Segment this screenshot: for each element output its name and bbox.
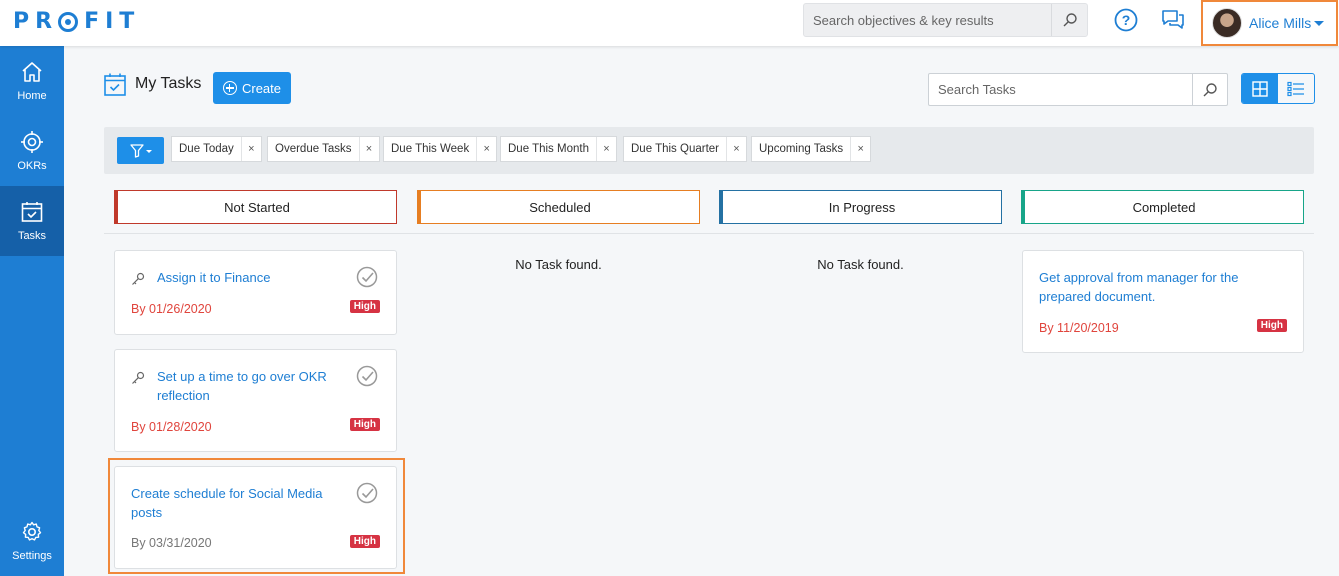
close-icon[interactable]: × xyxy=(360,143,379,155)
calendar-check-icon xyxy=(21,202,43,222)
task-search xyxy=(928,73,1228,106)
list-icon xyxy=(1287,81,1304,96)
grid-icon xyxy=(1252,80,1268,97)
task-title-line: Get approval from manager for the xyxy=(1039,270,1239,285)
avatar xyxy=(1212,8,1242,38)
sidebar-item-label: Home xyxy=(17,90,47,102)
sidebar-item-settings[interactable]: Settings xyxy=(0,506,64,576)
sidebar-item-label: Settings xyxy=(12,550,52,562)
search-icon xyxy=(1203,82,1217,96)
task-due-date: By 11/20/2019 xyxy=(1039,321,1119,335)
filter-chip-label: Due This Quarter xyxy=(624,137,727,161)
check-circle-icon[interactable] xyxy=(356,365,378,387)
column-header-label: In Progress xyxy=(828,199,896,215)
filter-chip[interactable]: Due This Quarter × xyxy=(623,136,747,162)
column-header-label: Scheduled xyxy=(529,199,591,215)
divider xyxy=(104,233,1314,234)
sidebar-item-tasks[interactable]: Tasks xyxy=(0,186,64,256)
column-header-not-started: Not Started xyxy=(114,190,397,224)
close-icon[interactable]: × xyxy=(477,143,496,155)
filter-chip-label: Due This Month xyxy=(501,137,597,161)
selection-highlight xyxy=(108,458,405,574)
home-icon xyxy=(22,62,42,82)
filter-chip-label: Due Today xyxy=(172,137,242,161)
task-title[interactable]: Set up a time to go over OKR reflection xyxy=(157,367,327,405)
sidebar-item-label: OKRs xyxy=(17,160,47,172)
close-icon[interactable]: × xyxy=(597,143,616,155)
help-button[interactable]: ? xyxy=(1114,8,1138,32)
calendar-check-icon xyxy=(104,73,126,96)
priority-badge: High xyxy=(349,300,380,313)
task-due-date: By 01/28/2020 xyxy=(131,420,212,434)
filter-bar: Due Today × Overdue Tasks × Due This Week ×… xyxy=(104,127,1314,174)
gear-icon xyxy=(22,521,42,541)
task-search-input[interactable] xyxy=(929,74,1192,105)
top-bar: PRFIT ? Alice Mills xyxy=(0,0,1339,46)
key-icon xyxy=(132,371,145,384)
column-header-in-progress: In Progress xyxy=(719,190,1002,224)
task-title-line: reflection xyxy=(157,388,210,403)
help-icon: ? xyxy=(1114,8,1138,32)
filter-chip-label: Overdue Tasks xyxy=(268,137,360,161)
user-menu[interactable]: Alice Mills xyxy=(1201,0,1338,46)
task-search-button[interactable] xyxy=(1192,74,1227,105)
empty-state-in-progress: No Task found. xyxy=(817,257,904,272)
sidebar-item-label: Tasks xyxy=(17,230,47,242)
global-search-button[interactable] xyxy=(1051,4,1087,36)
board-view-button[interactable] xyxy=(1242,74,1278,103)
create-button-label: Create xyxy=(241,80,282,96)
filter-chip[interactable]: Due This Week × xyxy=(383,136,498,162)
task-title[interactable]: Get approval from manager for the prepar… xyxy=(1039,268,1238,306)
plus-circle-icon xyxy=(222,81,237,95)
filter-chip[interactable]: Upcoming Tasks × xyxy=(751,136,872,162)
filter-chip-label: Due This Week xyxy=(384,137,478,161)
filter-button[interactable] xyxy=(117,137,164,164)
close-icon[interactable]: × xyxy=(851,143,870,155)
column-header-label: Not Started xyxy=(224,199,290,215)
filter-chip-label: Upcoming Tasks xyxy=(752,137,852,161)
logo-target-icon xyxy=(58,11,79,32)
task-title-line: Set up a time to go over OKR xyxy=(157,369,327,384)
priority-badge: High xyxy=(349,418,380,431)
filter-chip[interactable]: Overdue Tasks × xyxy=(267,136,380,162)
close-icon[interactable]: × xyxy=(727,143,746,155)
search-icon xyxy=(1063,13,1077,27)
svg-text:?: ? xyxy=(1122,12,1131,28)
profit-logo[interactable]: PR FIT xyxy=(13,9,140,34)
target-icon xyxy=(21,131,43,153)
task-due-date: By 01/26/2020 xyxy=(131,302,212,316)
filter-chip[interactable]: Due Today × xyxy=(171,136,262,162)
page-header: My Tasks xyxy=(104,72,201,96)
check-circle-icon[interactable] xyxy=(356,266,378,288)
task-card[interactable]: Get approval from manager for the prepar… xyxy=(1022,250,1304,353)
priority-badge: High xyxy=(1256,319,1287,332)
messages-button[interactable] xyxy=(1161,8,1185,32)
sidebar-item-home[interactable]: Home xyxy=(0,46,64,116)
task-title-line: prepared document. xyxy=(1039,289,1156,304)
create-button[interactable]: Create xyxy=(213,72,291,104)
empty-state-scheduled: No Task found. xyxy=(515,257,602,272)
sidebar: Home OKRs Tasks Settings xyxy=(0,46,64,576)
column-header-label: Completed xyxy=(1132,199,1196,215)
task-title[interactable]: Assign it to Finance xyxy=(157,268,270,287)
view-toggle xyxy=(1241,73,1315,104)
filter-chip[interactable]: Due This Month × xyxy=(500,136,617,162)
page-title: My Tasks xyxy=(135,75,202,92)
global-search xyxy=(803,3,1088,37)
task-card[interactable]: Assign it to Finance By 01/26/2020 High xyxy=(114,250,397,335)
global-search-input[interactable] xyxy=(804,4,1051,36)
list-view-button[interactable] xyxy=(1278,74,1314,103)
key-icon xyxy=(132,272,145,285)
chevron-down-icon xyxy=(1314,20,1325,26)
filter-icon xyxy=(129,143,152,158)
column-header-scheduled: Scheduled xyxy=(417,190,700,224)
column-header-completed: Completed xyxy=(1021,190,1304,224)
task-card[interactable]: Set up a time to go over OKR reflection … xyxy=(114,349,397,452)
chat-icon xyxy=(1162,10,1184,29)
close-icon[interactable]: × xyxy=(242,143,261,155)
user-name: Alice Mills xyxy=(1249,15,1312,31)
sidebar-item-okrs[interactable]: OKRs xyxy=(0,116,64,186)
